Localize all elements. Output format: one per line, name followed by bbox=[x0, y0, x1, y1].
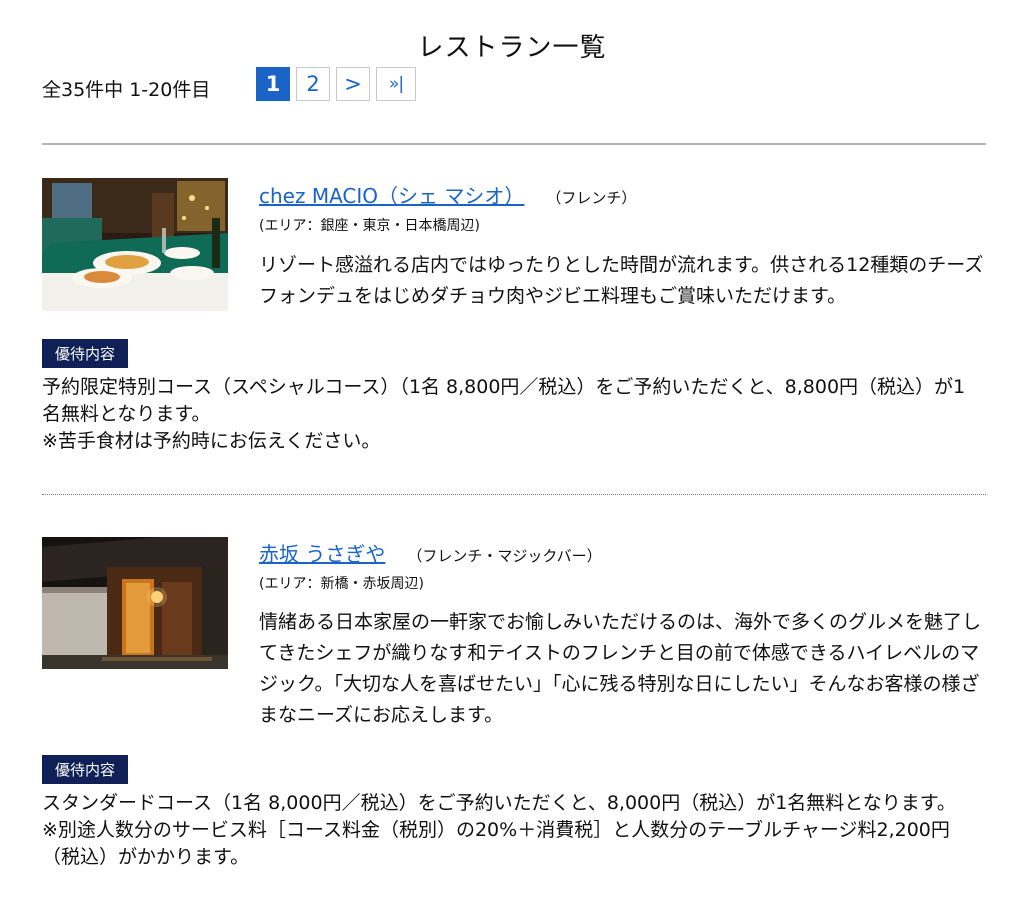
item-divider bbox=[42, 494, 986, 495]
restaurant-photo-image bbox=[42, 178, 228, 311]
benefit-text: スタンダードコース（1名 8,000円／税込）をご予約いただくと、8,000円（… bbox=[42, 790, 982, 871]
restaurant-name-link[interactable]: 赤坂 うさぎや bbox=[259, 538, 385, 567]
benefit-text: 予約限定特別コース（スペシャルコース）（1名 8,800円／税込）をご予約いただ… bbox=[42, 374, 982, 455]
list-top-divider bbox=[42, 143, 986, 145]
page-button-2[interactable]: 2 bbox=[296, 67, 330, 101]
benefit-line: 予約限定特別コース（スペシャルコース）（1名 8,800円／税込）をご予約いただ… bbox=[42, 376, 966, 425]
benefit-note: ※苦手食材は予約時にお伝えください。 bbox=[42, 430, 381, 452]
benefit-badge: 優待内容 bbox=[42, 755, 128, 784]
restaurant-genre: （フレンチ） bbox=[546, 189, 637, 207]
benefit-line: スタンダードコース（1名 8,000円／税込）をご予約いただくと、8,000円（… bbox=[42, 792, 956, 814]
restaurant-photo[interactable] bbox=[42, 178, 228, 311]
last-page-button[interactable]: »| bbox=[376, 67, 416, 101]
restaurant-name-row: chez MACIO（シェ マシオ） （フレンチ） bbox=[259, 180, 636, 209]
benefit-badge: 優待内容 bbox=[42, 339, 128, 368]
benefit-note: ※別途人数分のサービス料［コース料金（税別）の20%＋消費税］と人数分のテーブル… bbox=[42, 819, 950, 868]
restaurant-name-row: 赤坂 うさぎや （フレンチ・マジックバー） bbox=[259, 538, 602, 567]
page-button-1[interactable]: 1 bbox=[256, 67, 290, 101]
restaurant-genre: （フレンチ・マジックバー） bbox=[407, 547, 602, 565]
restaurant-area: (エリア：銀座・東京・日本橋周辺) bbox=[259, 218, 480, 234]
page-title: レストラン一覧 bbox=[417, 33, 607, 64]
restaurant-description: 情緒ある日本家屋の一軒家でお愉しみいただけるのは、海外で多くのグルメを魅了してき… bbox=[259, 611, 982, 726]
restaurant-name-link[interactable]: chez MACIO（シェ マシオ） bbox=[259, 180, 524, 209]
pagination: 1 2 > »| bbox=[256, 67, 416, 101]
restaurant-photo[interactable] bbox=[42, 537, 228, 669]
result-count: 全35件中 1-20件目 bbox=[42, 79, 211, 101]
restaurant-area: (エリア：新橋・赤坂周辺) bbox=[259, 576, 424, 592]
restaurant-description: リゾート感溢れる店内ではゆったりとした時間が流れます。供される12種類のチーズフ… bbox=[259, 254, 984, 307]
restaurant-photo-image bbox=[42, 537, 228, 669]
next-page-button[interactable]: > bbox=[336, 67, 370, 101]
